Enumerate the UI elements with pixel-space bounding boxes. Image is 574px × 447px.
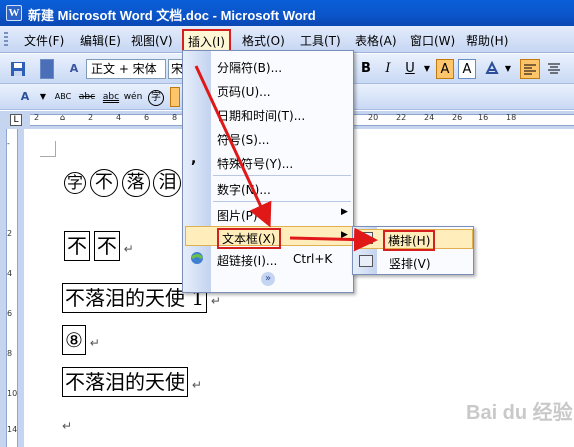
annotation-arrows — [194, 65, 378, 252]
watermark: Bai du 经验 — [466, 402, 573, 424]
arrow-to-horizontal — [289, 227, 378, 252]
arrow-to-textbox — [194, 65, 272, 228]
